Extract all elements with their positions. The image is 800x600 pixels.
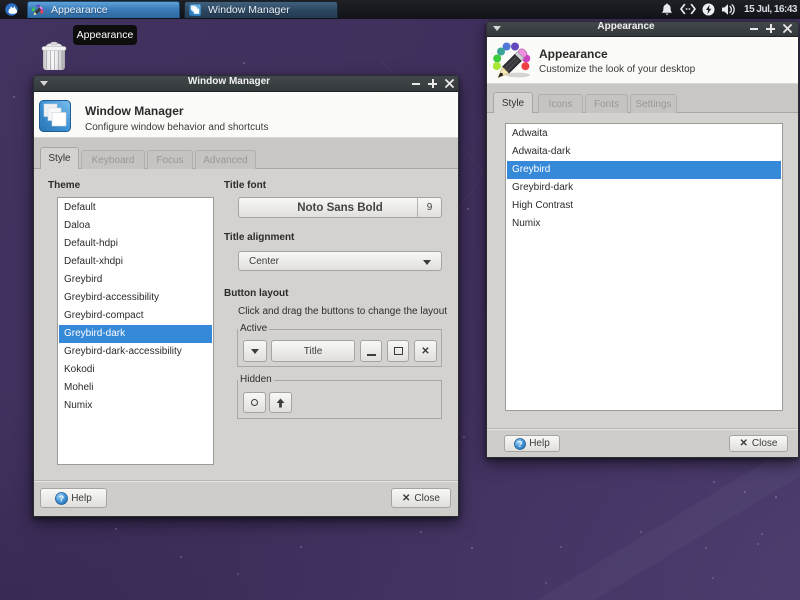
svg-text:?: ? [59, 493, 64, 503]
svg-text:?: ? [518, 439, 523, 448]
